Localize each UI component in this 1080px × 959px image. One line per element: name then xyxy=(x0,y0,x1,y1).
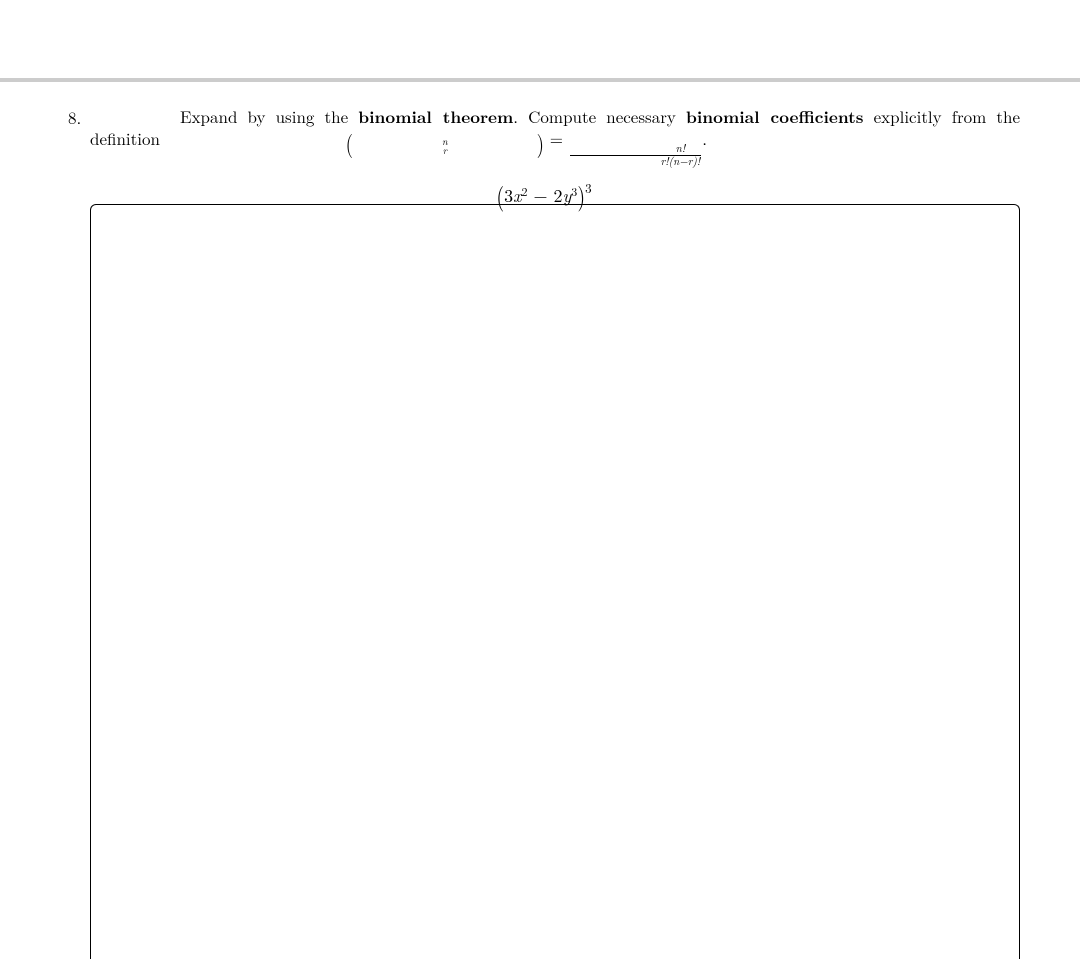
problem-number: 8. xyxy=(68,106,81,128)
binom-n: n xyxy=(352,137,448,146)
bold-binomial-coefficients: binomial coefficients xyxy=(686,105,863,129)
paren-right: ) xyxy=(447,129,544,155)
problem-prompt: Expand by using the binomial theorem. Co… xyxy=(90,106,1020,168)
fraction-definition: n!r!(n−r)! xyxy=(570,143,702,168)
binomial-notation: (nr) xyxy=(166,132,544,155)
binom-r: r xyxy=(353,146,447,155)
divider xyxy=(0,78,1080,82)
prompt-text-1: Expand by using the xyxy=(180,104,358,128)
answer-box xyxy=(90,204,1020,959)
problem-8: 8. Expand by using the binomial theorem.… xyxy=(68,106,1020,209)
prompt-period: . xyxy=(702,126,707,150)
equals: = xyxy=(544,126,569,150)
paren-left: ( xyxy=(256,129,353,155)
expr-outer-pow: 3 xyxy=(585,178,592,197)
fraction-denominator: r!(n−r)! xyxy=(570,155,702,168)
prompt-text-2: . Compute necessary xyxy=(513,104,686,128)
content-area: 8. Expand by using the binomial theorem.… xyxy=(68,106,1020,209)
page: 8. Expand by using the binomial theorem.… xyxy=(0,0,1080,959)
